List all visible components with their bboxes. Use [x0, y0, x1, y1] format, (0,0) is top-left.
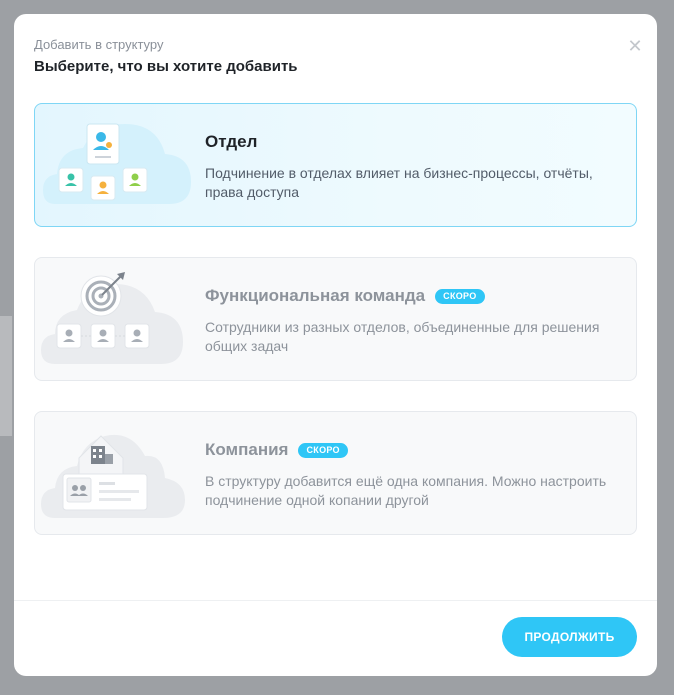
soon-badge: СКОРО [298, 442, 348, 458]
background-page-fragment [0, 316, 12, 436]
option-text: Функциональная команда СКОРО Сотрудники … [205, 258, 626, 356]
option-company[interactable]: Компания СКОРО В структуру добавится ещё… [34, 411, 637, 535]
option-text: Отдел Подчинение в отделах влияет на биз… [205, 104, 626, 202]
department-illustration-icon [43, 123, 191, 204]
option-title: Отдел [205, 132, 258, 151]
dialog-subtitle: Добавить в структуру [34, 37, 164, 52]
option-title-row: Отдел [205, 132, 626, 152]
option-title-row: Компания СКОРО [205, 440, 626, 460]
option-title: Компания [205, 440, 289, 459]
option-title: Функциональная команда [205, 286, 426, 305]
option-description: Сотрудники из разных отделов, объединенн… [205, 319, 600, 354]
options-list: Отдел Подчинение в отделах влияет на биз… [34, 103, 637, 565]
company-building-illustration-icon [41, 434, 185, 518]
dialog-title: Выберите, что вы хотите добавить [34, 58, 298, 75]
option-description: Подчинение в отделах влияет на бизнес-пр… [205, 165, 593, 200]
close-icon[interactable]: ✕ [627, 37, 643, 55]
dialog-header: Добавить в структуру Выберите, что вы хо… [34, 37, 607, 76]
option-title-row: Функциональная команда СКОРО [205, 286, 626, 306]
add-to-structure-dialog: Добавить в структуру Выберите, что вы хо… [14, 14, 657, 676]
dialog-footer: ПРОДОЛЖИТЬ [14, 600, 657, 676]
team-target-illustration-icon [41, 272, 183, 364]
option-text: Компания СКОРО В структуру добавится ещё… [205, 412, 626, 510]
option-description: В структуру добавится ещё одна компания.… [205, 473, 607, 508]
option-department[interactable]: Отдел Подчинение в отделах влияет на биз… [34, 103, 637, 227]
soon-badge: СКОРО [435, 288, 485, 304]
option-functional-team[interactable]: Функциональная команда СКОРО Сотрудники … [34, 257, 637, 381]
continue-button[interactable]: ПРОДОЛЖИТЬ [502, 617, 637, 657]
